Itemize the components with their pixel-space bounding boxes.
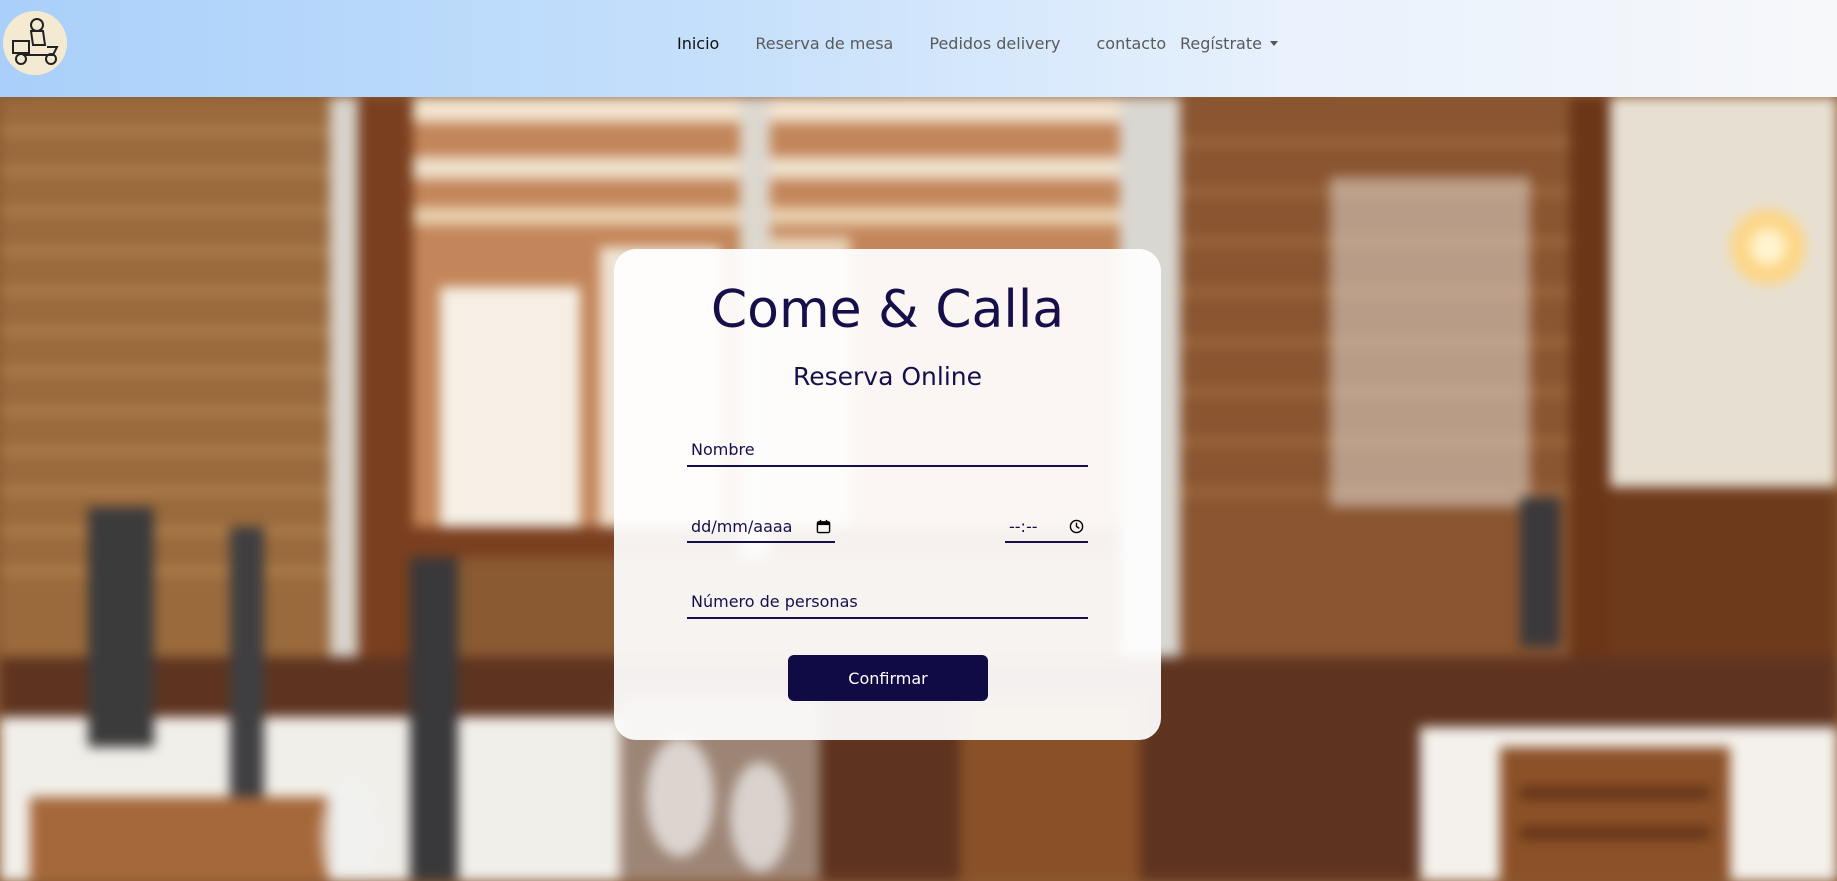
people-count-input[interactable] [687, 586, 1088, 619]
caret-down-icon [1269, 41, 1278, 46]
time-placeholder: --:-- [1009, 516, 1038, 536]
page: Inicio Reserva de mesa Pedidos delivery … [0, 0, 1837, 881]
calendar-icon[interactable] [816, 519, 831, 534]
nav-link-inicio[interactable]: Inicio [677, 34, 719, 53]
form-subtitle: Reserva Online [792, 362, 982, 391]
clock-icon[interactable] [1069, 519, 1084, 534]
reservation-card: Come & Calla Reserva Online dd/mm/aaaa -… [614, 249, 1161, 740]
restaurant-title: Come & Calla [710, 280, 1065, 340]
date-input[interactable]: dd/mm/aaaa [687, 511, 835, 543]
top-navbar: Inicio Reserva de mesa Pedidos delivery … [0, 0, 1837, 97]
time-input[interactable]: --:-- [1005, 511, 1088, 543]
register-dropdown-label: Regístrate [1180, 34, 1262, 53]
nav-links: Inicio Reserva de mesa Pedidos delivery … [677, 34, 1166, 53]
name-input[interactable] [687, 434, 1088, 467]
confirm-button[interactable]: Confirmar [788, 655, 988, 701]
delivery-scooter-logo-icon[interactable] [3, 11, 67, 75]
nav-link-pedidos-delivery[interactable]: Pedidos delivery [929, 34, 1060, 53]
date-placeholder: dd/mm/aaaa [691, 516, 793, 536]
register-dropdown[interactable]: Regístrate [1180, 34, 1278, 53]
nav-link-reserva-de-mesa[interactable]: Reserva de mesa [755, 34, 893, 53]
nav-link-contacto[interactable]: contacto [1097, 34, 1167, 53]
